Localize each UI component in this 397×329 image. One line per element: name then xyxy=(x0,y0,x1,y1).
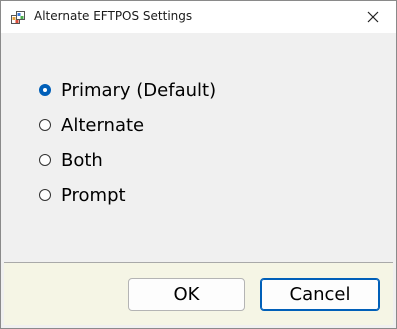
radio-button-prompt[interactable] xyxy=(39,189,51,201)
options-panel: Primary (Default) Alternate Both Prompt xyxy=(1,33,396,261)
radio-option-both[interactable]: Both xyxy=(39,148,103,172)
radio-label-alternate[interactable]: Alternate xyxy=(61,115,144,136)
radio-label-both[interactable]: Both xyxy=(61,150,103,171)
close-button[interactable] xyxy=(350,1,396,33)
radio-button-alternate[interactable] xyxy=(39,119,51,131)
radio-option-prompt[interactable]: Prompt xyxy=(39,183,126,207)
button-bar: OK Cancel xyxy=(4,262,393,325)
app-window-icon xyxy=(11,10,25,24)
radio-button-primary[interactable] xyxy=(39,84,51,96)
radio-label-prompt[interactable]: Prompt xyxy=(61,185,126,206)
ok-button[interactable]: OK xyxy=(128,278,245,311)
radio-option-alternate[interactable]: Alternate xyxy=(39,113,144,137)
radio-button-both[interactable] xyxy=(39,154,51,166)
window-title: Alternate EFTPOS Settings xyxy=(34,9,193,23)
close-icon xyxy=(367,11,379,23)
radio-label-primary[interactable]: Primary (Default) xyxy=(61,80,216,101)
cancel-button[interactable]: Cancel xyxy=(260,278,380,311)
title-bar[interactable]: Alternate EFTPOS Settings xyxy=(1,1,396,33)
radio-option-primary[interactable]: Primary (Default) xyxy=(39,78,216,102)
dialog-window: Alternate EFTPOS Settings Primary (Defau… xyxy=(0,0,397,329)
